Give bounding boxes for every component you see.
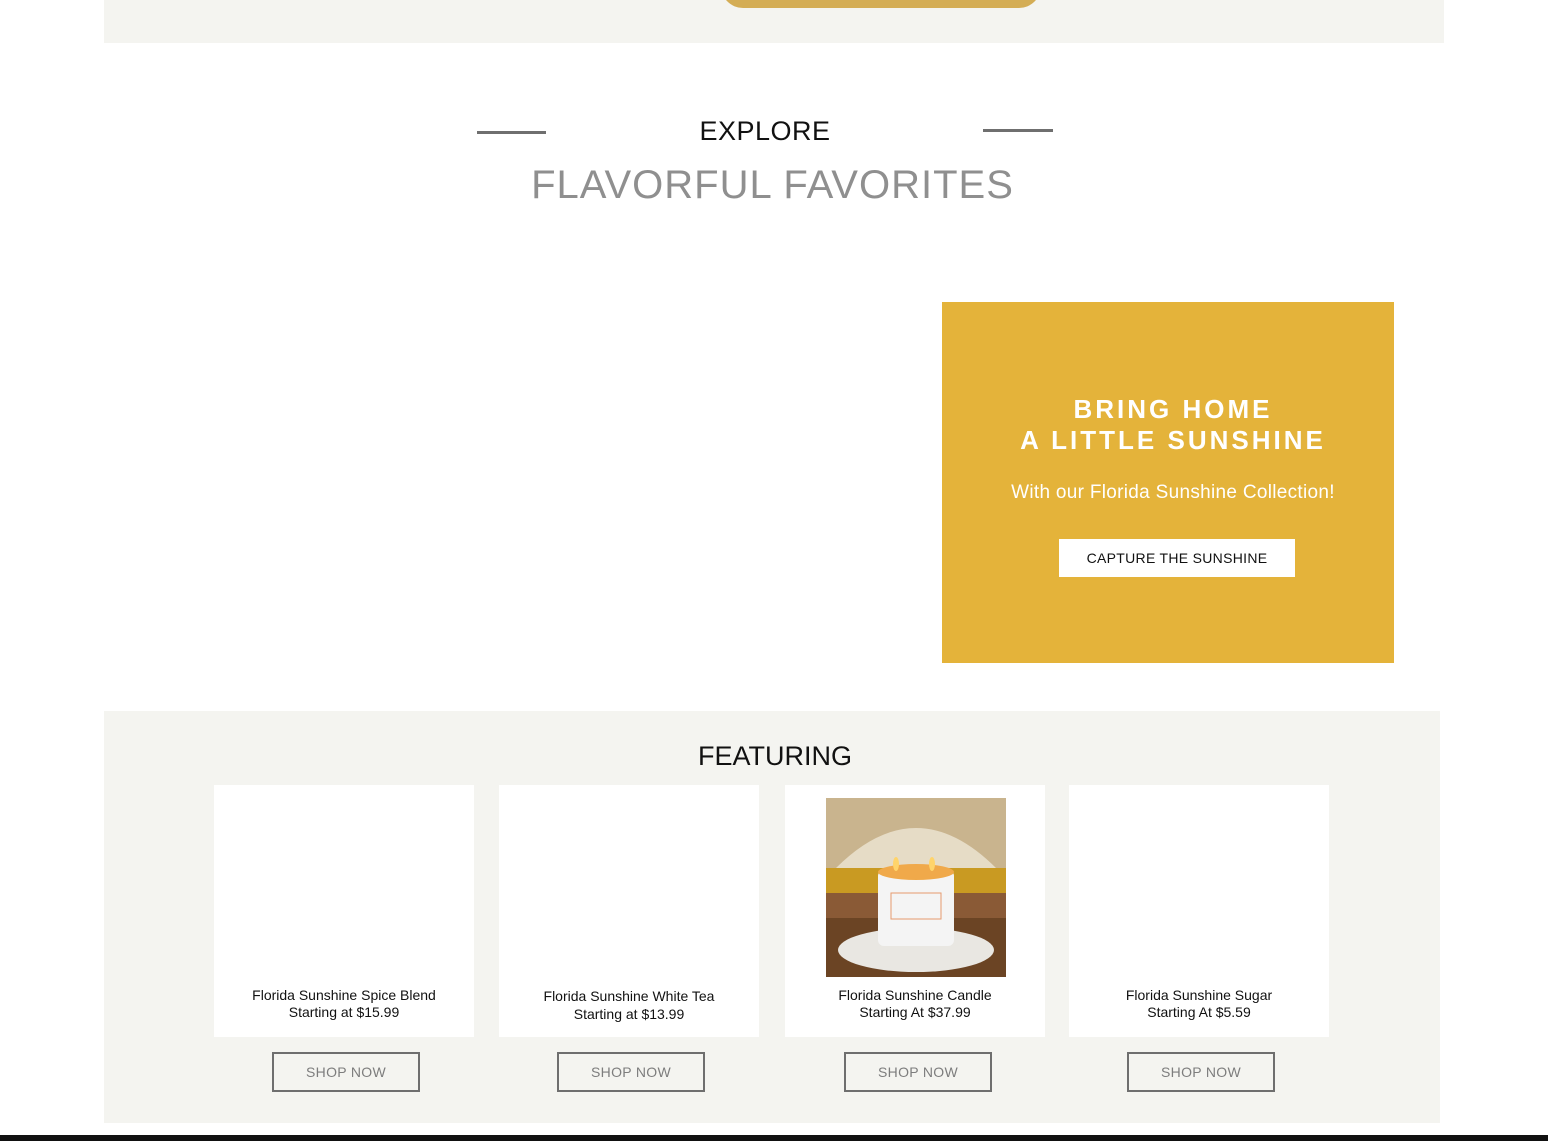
shop-now-button-white-tea[interactable]: SHOP NOW <box>557 1052 705 1092</box>
product-card-spice-blend[interactable]: Florida Sunshine Spice Blend Starting at… <box>214 785 474 1037</box>
section-title: FLAVORFUL FAVORITES <box>531 163 1014 207</box>
product-name[interactable]: Florida Sunshine White Tea <box>499 988 759 1004</box>
capture-the-sunshine-button[interactable]: CAPTURE THE SUNSHINE <box>1059 539 1295 577</box>
product-price: Starting At $5.59 <box>1147 1004 1251 1020</box>
candle-product-image[interactable] <box>826 798 1006 977</box>
product-name[interactable]: Florida Sunshine Candle <box>785 987 1045 1003</box>
shop-now-button-spice-blend[interactable]: SHOP NOW <box>272 1052 420 1092</box>
featuring-section: FEATURING Florida Sunshine Spice Blend S… <box>104 711 1440 1123</box>
product-price: Starting At $37.99 <box>859 1004 971 1020</box>
promo-title-line-2: A LITTLE SUNSHINE <box>1020 425 1326 455</box>
promo-subtitle: With our Florida Sunshine Collection! <box>1011 482 1335 503</box>
shop-now-button-candle[interactable]: SHOP NOW <box>844 1052 992 1092</box>
product-name[interactable]: Florida Sunshine Sugar <box>1069 987 1329 1003</box>
product-card-white-tea[interactable]: Florida Sunshine White Tea Starting at $… <box>499 785 759 1037</box>
product-card-candle[interactable]: Florida Sunshine Candle Starting At $37.… <box>785 785 1045 1037</box>
footer-edge <box>0 1135 1548 1141</box>
product-price: Starting at $15.99 <box>288 1004 400 1020</box>
promo-title-line-1: BRING HOME <box>1073 394 1273 424</box>
top-cta-button-partial[interactable] <box>721 0 1041 8</box>
product-price: Starting at $13.99 <box>573 1006 685 1022</box>
section-eyebrow: EXPLORE <box>699 116 831 146</box>
product-name[interactable]: Florida Sunshine Spice Blend <box>214 987 474 1003</box>
promo-title: BRING HOME A LITTLE SUNSHINE <box>942 394 1404 456</box>
shop-now-button-sugar[interactable]: SHOP NOW <box>1127 1052 1275 1092</box>
top-band <box>104 0 1444 43</box>
promo-banner: BRING HOME A LITTLE SUNSHINE With our Fl… <box>942 302 1394 663</box>
featuring-heading: FEATURING <box>698 741 852 771</box>
product-card-sugar[interactable]: Florida Sunshine Sugar Starting At $5.59 <box>1069 785 1329 1037</box>
